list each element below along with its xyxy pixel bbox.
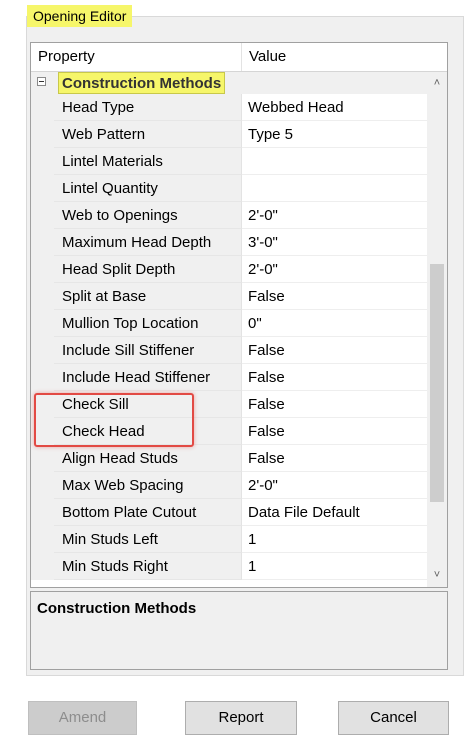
property-grid[interactable]: Property Value Construction Methods Head… [30,42,448,588]
annotation-highlight-box [34,393,194,447]
property-row[interactable]: Max Web Spacing 2'-0" [31,472,427,499]
row-gutter [31,229,54,256]
property-value[interactable]: Type 5 [242,121,427,148]
property-name[interactable]: Bottom Plate Cutout [54,499,242,526]
property-value[interactable]: False [242,445,427,472]
row-gutter [31,283,54,310]
description-panel: Construction Methods [30,591,448,670]
scroll-thumb[interactable] [430,264,444,502]
property-value[interactable]: False [242,283,427,310]
property-name[interactable]: Head Split Depth [54,256,242,283]
property-name[interactable]: Align Head Studs [54,445,242,472]
property-name[interactable]: Web to Openings [54,202,242,229]
property-row[interactable]: Mullion Top Location 0" [31,310,427,337]
property-name[interactable]: Lintel Materials [54,148,242,175]
grid-header: Property Value [31,43,447,72]
scroll-down-arrow-icon[interactable]: ˅ [427,567,447,584]
description-title: Construction Methods [37,600,197,617]
property-name[interactable]: Include Sill Stiffener [54,337,242,364]
property-row[interactable]: Web Pattern Type 5 [31,121,427,148]
category-label: Construction Methods [58,72,226,94]
property-name[interactable]: Head Type [54,94,242,121]
property-row[interactable]: Align Head Studs False [31,445,427,472]
property-row[interactable]: Head Split Depth 2'-0" [31,256,427,283]
property-value[interactable]: 3'-0" [242,229,427,256]
row-gutter [31,364,54,391]
property-row[interactable]: Min Studs Left 1 [31,526,427,553]
row-gutter [31,310,54,337]
property-row[interactable]: Bottom Plate Cutout Data File Default [31,499,427,526]
property-value[interactable]: False [242,418,427,445]
vertical-scrollbar[interactable]: ˄ ˅ [427,72,447,587]
column-header-value[interactable]: Value [242,43,427,71]
property-row[interactable]: Web to Openings 2'-0" [31,202,427,229]
property-value[interactable]: False [242,337,427,364]
property-row[interactable]: Include Sill Stiffener False [31,337,427,364]
property-name[interactable]: Mullion Top Location [54,310,242,337]
property-value[interactable] [242,175,427,202]
property-name[interactable]: Min Studs Right [54,553,242,580]
property-row[interactable]: Maximum Head Depth 3'-0" [31,229,427,256]
scroll-up-arrow-icon[interactable]: ˄ [427,75,447,92]
property-value[interactable]: 2'-0" [242,472,427,499]
cancel-button[interactable]: Cancel [338,701,449,735]
row-gutter [31,472,54,499]
property-name[interactable]: Include Head Stiffener [54,364,242,391]
property-row[interactable]: Split at Base False [31,283,427,310]
amend-button[interactable]: Amend [28,701,137,735]
window-title: Opening Editor [27,5,133,27]
property-name[interactable]: Split at Base [54,283,242,310]
property-row[interactable]: Include Head Stiffener False [31,364,427,391]
row-gutter [31,175,54,202]
property-value[interactable]: Data File Default [242,499,427,526]
property-value[interactable]: False [242,391,427,418]
row-gutter [31,256,54,283]
property-value[interactable]: 1 [242,526,427,553]
grid-rows: Construction Methods Head Type Webbed Hea… [31,72,427,580]
property-value[interactable]: Webbed Head [242,94,427,121]
row-gutter [31,553,54,580]
property-row[interactable]: Lintel Materials [31,148,427,175]
row-gutter [31,94,54,121]
collapse-toggle-icon[interactable] [37,77,46,86]
property-name[interactable]: Min Studs Left [54,526,242,553]
property-value[interactable]: 2'-0" [242,256,427,283]
column-header-property[interactable]: Property [31,43,242,71]
property-row[interactable]: Head Type Webbed Head [31,94,427,121]
category-row-construction-methods[interactable]: Construction Methods [31,72,427,94]
row-gutter [31,499,54,526]
property-value[interactable]: 1 [242,553,427,580]
row-gutter [31,337,54,364]
property-value[interactable]: 0" [242,310,427,337]
property-value[interactable]: False [242,364,427,391]
report-button[interactable]: Report [185,701,297,735]
row-gutter [31,202,54,229]
property-name[interactable]: Maximum Head Depth [54,229,242,256]
property-row[interactable]: Lintel Quantity [31,175,427,202]
property-name[interactable]: Lintel Quantity [54,175,242,202]
property-name[interactable]: Web Pattern [54,121,242,148]
property-value[interactable]: 2'-0" [242,202,427,229]
property-value[interactable] [242,148,427,175]
row-gutter [31,526,54,553]
property-name[interactable]: Max Web Spacing [54,472,242,499]
property-row[interactable]: Min Studs Right 1 [31,553,427,580]
row-gutter [31,445,54,472]
row-gutter [31,148,54,175]
row-gutter [31,121,54,148]
